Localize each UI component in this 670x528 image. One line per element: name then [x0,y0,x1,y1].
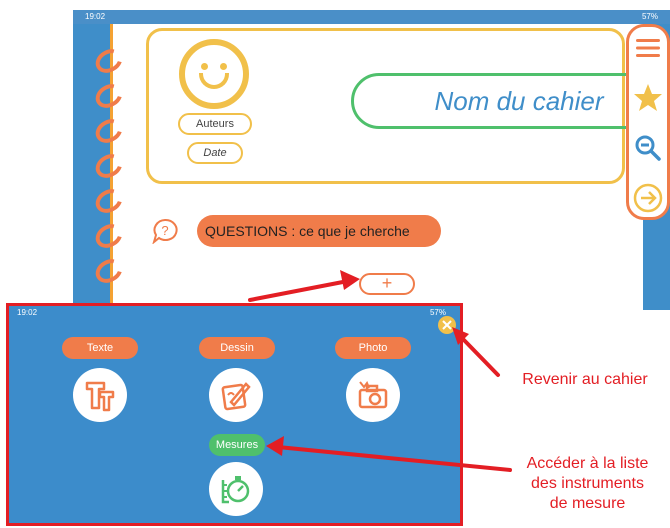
status-battery: 57% [641,12,658,21]
side-toolbar [626,24,670,220]
menu-icon[interactable] [633,33,663,63]
text-button[interactable] [73,368,127,422]
smiley-avatar-icon[interactable] [179,39,249,109]
measures-category-label: Mesures [209,434,265,456]
back-annotation: Revenir au cahier [522,371,648,388]
question-bubble-icon: ? [152,218,178,245]
media-menu-screenshot: 19:02 57% Texte Dessin Photo Mesures [6,303,463,526]
notebook-screenshot: 19:02 57% Auteurs Date Nom du cahier ? Q… [73,10,670,310]
drawing-icon [221,382,251,411]
measures-annotation-line2: des instruments [531,475,644,492]
status-time: 19:02 [85,12,106,21]
photo-button[interactable] [346,368,400,422]
measures-button[interactable] [209,462,263,516]
measures-annotation-line1: Accéder à la liste [526,455,649,472]
close-icon [442,320,452,330]
drawing-button[interactable] [209,368,263,422]
date-field[interactable]: Date [187,142,243,164]
status-bar: 19:02 57% [73,10,670,24]
add-button[interactable]: + [359,273,415,295]
stopwatch-ruler-icon [221,476,250,504]
questions-section-label[interactable]: QUESTIONS : ce que je cherche [197,215,441,247]
text-category-label: Texte [62,337,138,359]
text-icon [85,381,115,412]
camera-icon [358,380,388,409]
authors-field[interactable]: Auteurs [178,113,252,135]
status-time: 19:02 [17,308,38,317]
notebook-header-card: Auteurs Date Nom du cahier [146,28,670,184]
status-bar: 19:02 57% [9,306,460,320]
measures-annotation-line3: de mesure [549,495,626,512]
zoom-out-icon[interactable] [633,133,663,163]
photo-category-label: Photo [335,337,411,359]
star-icon[interactable] [633,83,663,113]
close-button[interactable] [438,316,456,334]
svg-text:?: ? [161,223,168,238]
drawing-category-label: Dessin [199,337,275,359]
next-arrow-icon[interactable] [633,183,663,213]
notebook-title-field[interactable]: Nom du cahier [351,73,670,129]
